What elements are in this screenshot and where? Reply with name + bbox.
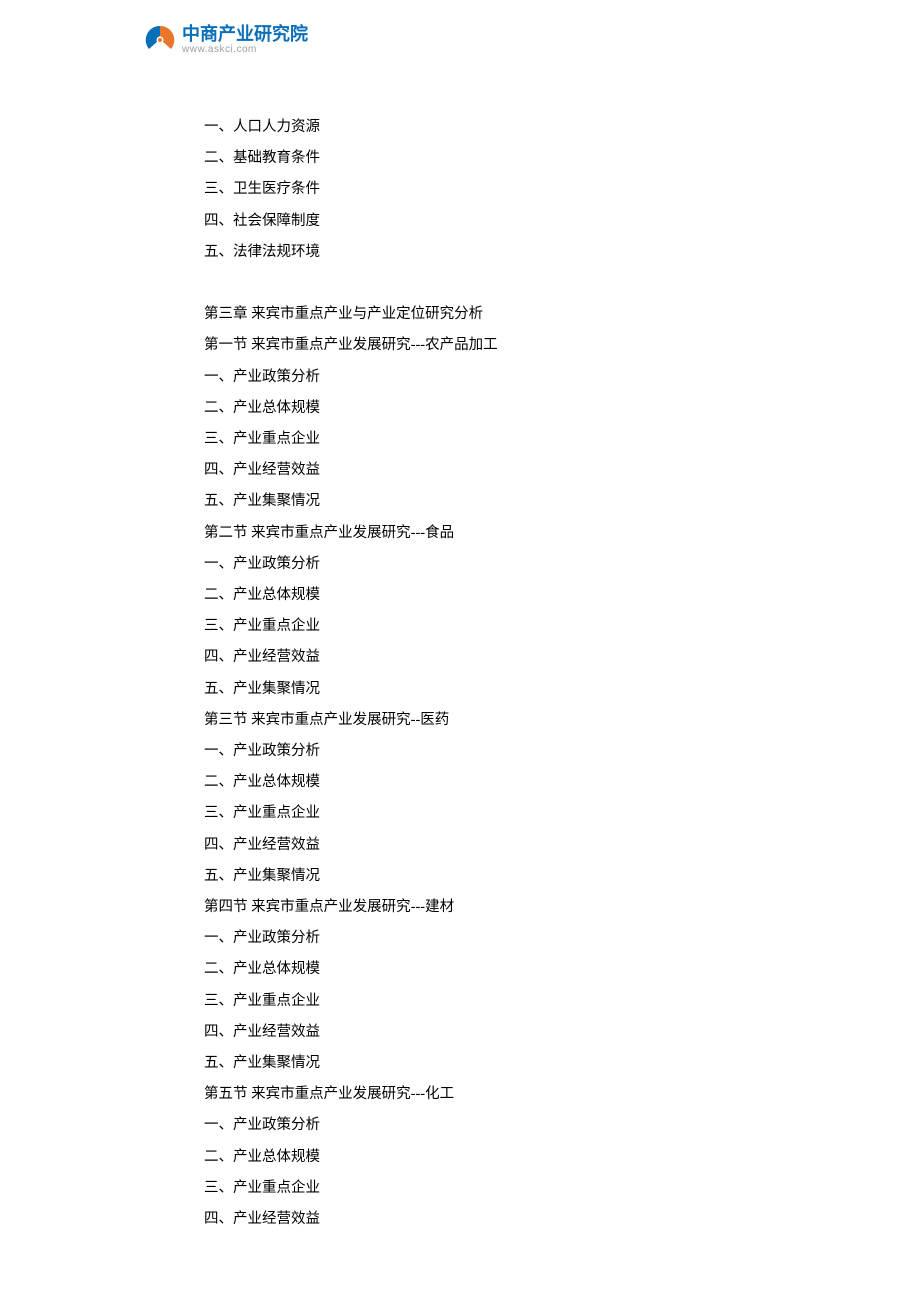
toc-line: 二、产业总体规模: [204, 580, 764, 611]
toc-line: 第二节 来宾市重点产业发展研究---食品: [204, 518, 764, 549]
toc-line: 二、基础教育条件: [204, 143, 764, 174]
document-content: 一、人口人力资源 二、基础教育条件 三、卫生医疗条件 四、社会保障制度 五、法律…: [204, 112, 764, 1235]
toc-line: 三、产业重点企业: [204, 424, 764, 455]
toc-line: 四、社会保障制度: [204, 206, 764, 237]
toc-line: 三、产业重点企业: [204, 986, 764, 1017]
toc-line: 一、产业政策分析: [204, 362, 764, 393]
toc-line: 第五节 来宾市重点产业发展研究---化工: [204, 1079, 764, 1110]
toc-line: 第四节 来宾市重点产业发展研究---建材: [204, 892, 764, 923]
blank-line: [204, 268, 764, 299]
logo-text-cn: 中商产业研究院: [182, 25, 308, 43]
logo-text-en: www.askci.com: [182, 45, 308, 55]
toc-line: 三、产业重点企业: [204, 798, 764, 829]
toc-line: 五、法律法规环境: [204, 237, 764, 268]
toc-line: 二、产业总体规模: [204, 954, 764, 985]
toc-line: 第三节 来宾市重点产业发展研究--医药: [204, 705, 764, 736]
toc-line: 四、产业经营效益: [204, 1017, 764, 1048]
toc-line: 第一节 来宾市重点产业发展研究---农产品加工: [204, 330, 764, 361]
toc-line: 二、产业总体规模: [204, 767, 764, 798]
toc-line: 四、产业经营效益: [204, 1204, 764, 1235]
toc-line: 三、产业重点企业: [204, 611, 764, 642]
logo-icon: [144, 24, 176, 56]
toc-line: 一、人口人力资源: [204, 112, 764, 143]
toc-line: 一、产业政策分析: [204, 923, 764, 954]
toc-line: 四、产业经营效益: [204, 455, 764, 486]
toc-line: 一、产业政策分析: [204, 1110, 764, 1141]
toc-line: 五、产业集聚情况: [204, 486, 764, 517]
toc-line: 四、产业经营效益: [204, 642, 764, 673]
toc-line: 三、产业重点企业: [204, 1173, 764, 1204]
toc-line: 一、产业政策分析: [204, 736, 764, 767]
header-logo: 中商产业研究院 www.askci.com: [144, 24, 308, 56]
logo-text: 中商产业研究院 www.askci.com: [182, 25, 308, 55]
toc-line: 第三章 来宾市重点产业与产业定位研究分析: [204, 299, 764, 330]
toc-line: 三、卫生医疗条件: [204, 174, 764, 205]
toc-line: 五、产业集聚情况: [204, 674, 764, 705]
toc-line: 二、产业总体规模: [204, 1142, 764, 1173]
toc-line: 二、产业总体规模: [204, 393, 764, 424]
toc-line: 五、产业集聚情况: [204, 861, 764, 892]
toc-line: 五、产业集聚情况: [204, 1048, 764, 1079]
toc-line: 四、产业经营效益: [204, 830, 764, 861]
toc-line: 一、产业政策分析: [204, 549, 764, 580]
